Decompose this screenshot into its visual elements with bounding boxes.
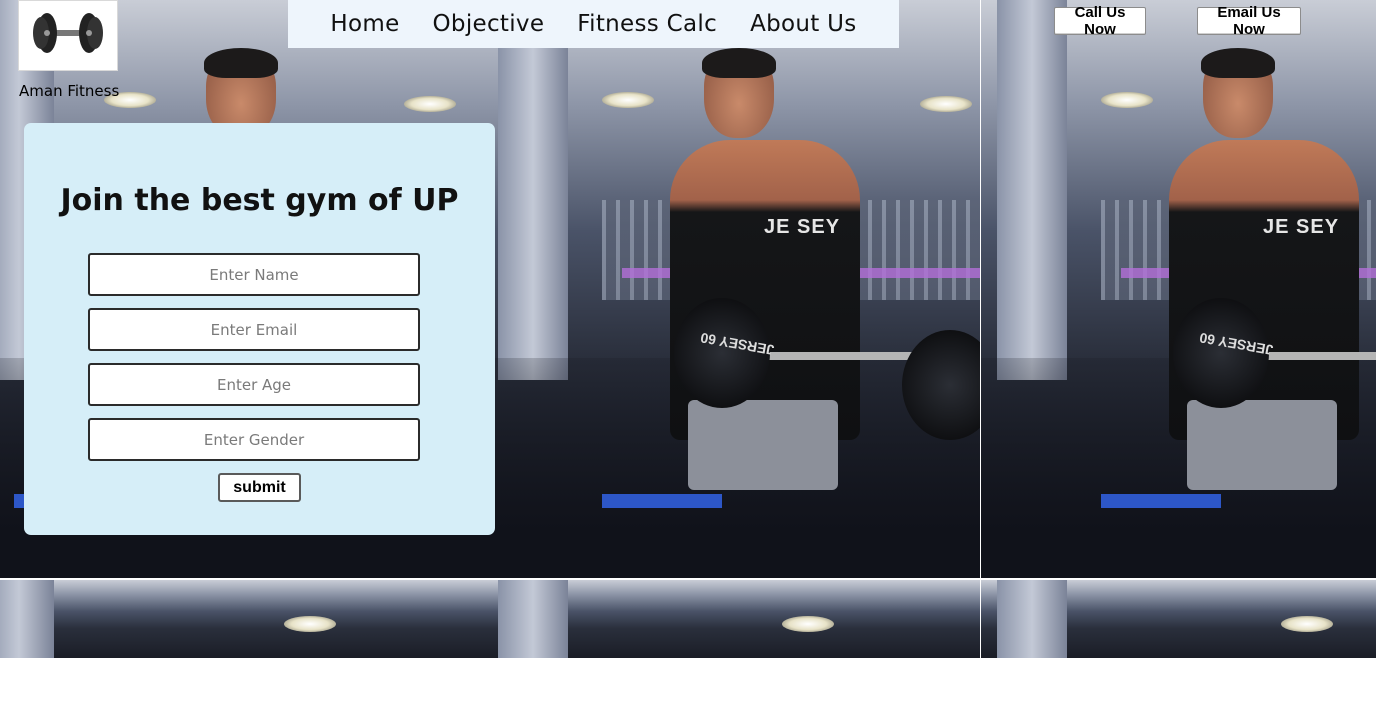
email-field[interactable] [88,308,420,351]
nav-fitness-calc[interactable]: Fitness Calc [577,11,717,37]
email-us-button[interactable]: Email Us Now [1197,4,1301,38]
dumbbell-icon [33,13,103,53]
background-tile: JE SEY JERSEY 60 [482,0,980,578]
age-field[interactable] [88,363,420,406]
background-tile: JE SEY JERSEY 60 [981,0,1376,578]
nav-about-us[interactable]: About Us [750,11,857,37]
background-tile [981,580,1376,658]
name-field[interactable] [88,253,420,296]
call-us-button[interactable]: Call Us Now [1054,4,1146,38]
submit-button[interactable]: submit [218,473,301,502]
brand-name: Aman Fitness [19,82,120,100]
background-tile [482,580,980,658]
nav-home[interactable]: Home [330,11,399,37]
background-tile [0,580,482,658]
join-form-card: Join the best gym of UP submit [24,123,495,535]
nav-objective[interactable]: Objective [433,11,545,37]
top-nav: Home Objective Fitness Calc About Us [288,0,899,48]
form-title: Join the best gym of UP [60,183,459,218]
gender-field[interactable] [88,418,420,461]
logo[interactable] [18,0,118,71]
